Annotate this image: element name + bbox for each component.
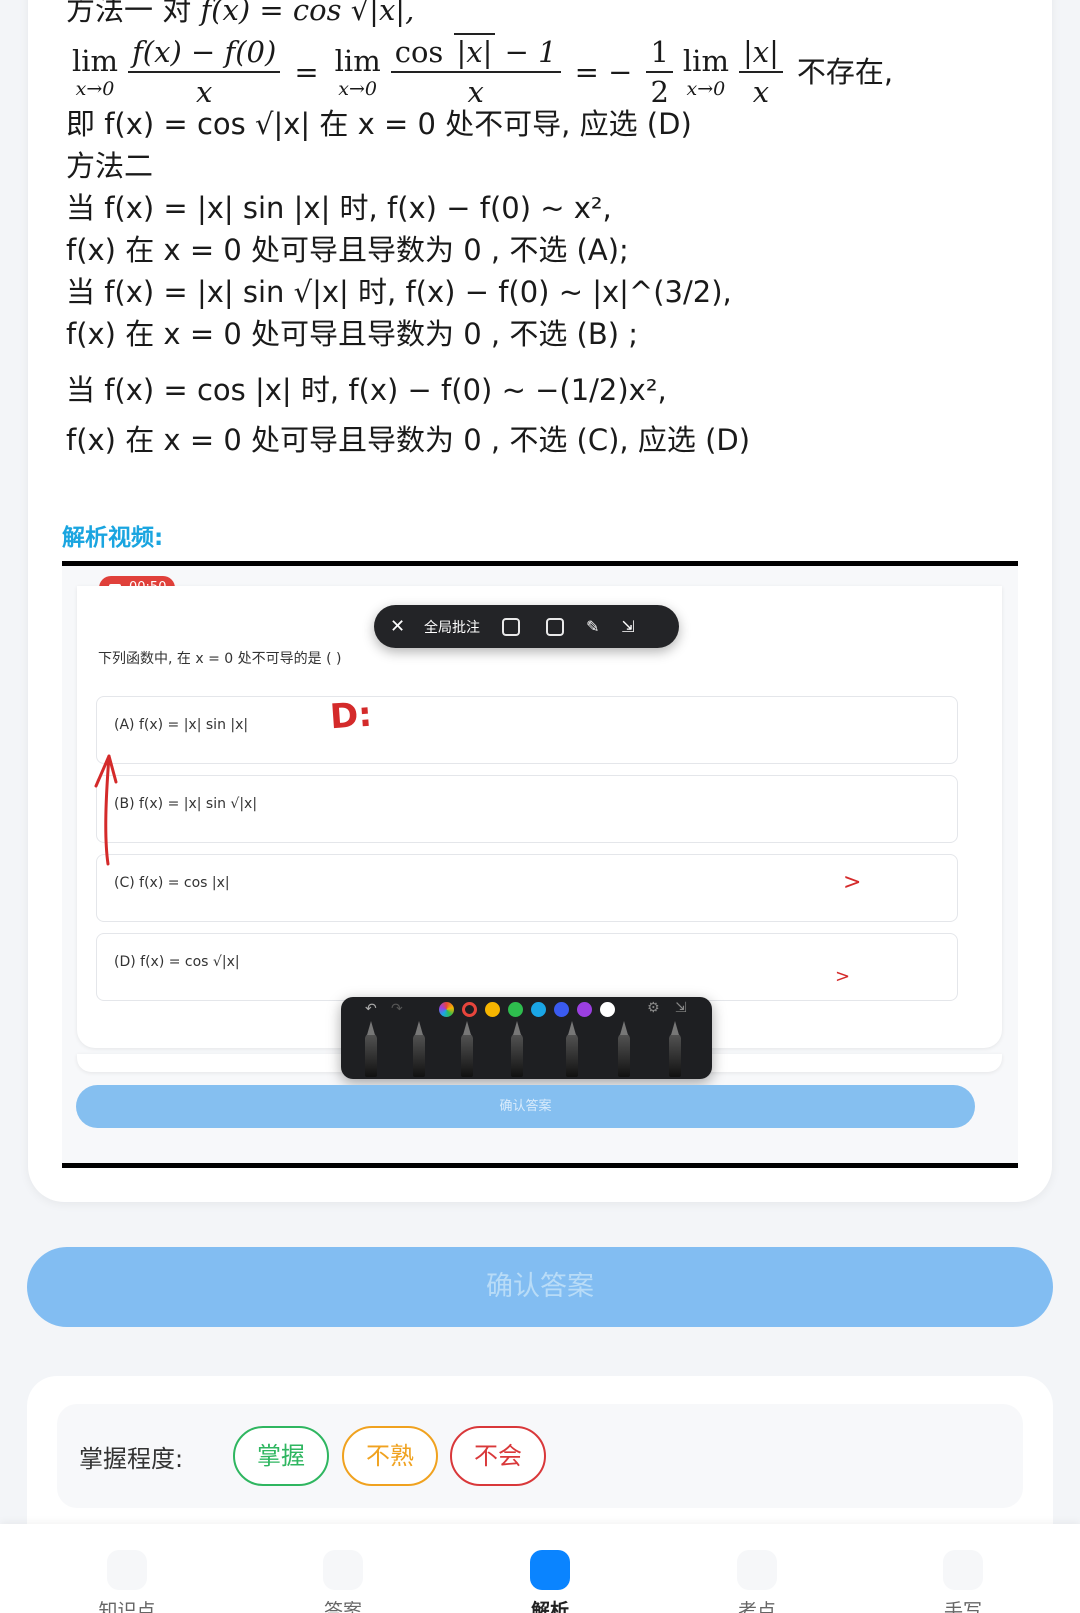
method2-line-4: f(x) 在 x = 0 处可导且导数为 0 , 不选 (B) ; (66, 317, 639, 351)
color-swatch-yellow[interactable] (485, 1002, 500, 1017)
color-wheel-icon[interactable] (439, 1002, 454, 1017)
limit-tail: 不存在, (796, 55, 894, 89)
handwritten-arrow-icon (94, 754, 118, 866)
close-icon[interactable]: ✕ (390, 616, 412, 637)
method1-conclusion: 即 f(x) = cos √|x| 在 x = 0 处不可导, 应选 (D) (66, 107, 692, 141)
nav-label-knowledge: 知识点 (98, 1600, 156, 1613)
pen-tray[interactable]: ↶ ↷ ⚙ ⇲ (341, 997, 712, 1079)
video-heading: 解析视频: (62, 525, 164, 551)
method2-line-2: f(x) 在 x = 0 处可导且导数为 0 , 不选 (A); (66, 233, 629, 267)
mastery-label: 掌握程度: (79, 1445, 184, 1473)
annotation-toolbar[interactable]: ✕ 全局批注 ✎ ⇲ (374, 605, 679, 648)
video-question: 下列函数中, 在 x = 0 处不可导的是 ( ) (98, 651, 342, 667)
method2-line-5: 当 f(x) = cos |x| 时, f(x) − f(0) ~ −(1/2)… (66, 373, 667, 407)
handwritten-d-mark: D: (328, 694, 374, 738)
color-swatch-white[interactable] (600, 1002, 615, 1017)
handwritten-c-mark: > (843, 870, 862, 895)
method2-line-1: 当 f(x) = |x| sin |x| 时, f(x) − f(0) ~ x²… (66, 191, 612, 225)
minimize-icon[interactable]: ⇲ (675, 1000, 687, 1016)
color-swatch-purple[interactable] (577, 1002, 592, 1017)
nav-item-handwrite[interactable]: 手写 (903, 1524, 1023, 1613)
analysis-video-player[interactable]: 00:50 下列函数中, 在 x = 0 处不可导的是 ( ) (A) f(x)… (62, 561, 1018, 1168)
bottom-nav: 知识点 答案 解析 考点 手写 (0, 1524, 1080, 1613)
save-icon[interactable] (546, 617, 564, 636)
redo-icon[interactable]: ↷ (391, 1001, 403, 1017)
nav-item-answer[interactable]: 答案 (283, 1524, 403, 1613)
method1-intro: 方法一 对 f(x) = cos √|x|, (66, 0, 414, 30)
video-option-c: (C) f(x) = cos |x| (96, 854, 958, 922)
answer-icon (323, 1550, 363, 1590)
limit-expression: lim x→0 f(x) − f(0) x = lim x→0 cos |x| − 1… (72, 33, 894, 109)
nav-item-exam-point[interactable]: 考点 (697, 1524, 817, 1613)
undo-icon[interactable]: ↶ (365, 1001, 377, 1017)
collapse-icon[interactable]: ⇲ (621, 617, 634, 636)
handwritten-d-mark-2: > (835, 966, 851, 987)
color-swatch-green[interactable] (508, 1002, 523, 1017)
video-confirm-button: 确认答案 (76, 1085, 975, 1128)
video-option-d: (D) f(x) = cos √|x| (96, 933, 958, 1001)
nav-label-handwrite: 手写 (943, 1600, 982, 1613)
highlighter-tool[interactable] (566, 1021, 578, 1077)
eraser-tool[interactable] (669, 1021, 681, 1077)
pencil-tool[interactable] (365, 1021, 377, 1077)
method2-title: 方法二 (66, 149, 154, 183)
global-annotation-label[interactable]: 全局批注 (424, 617, 480, 637)
color-swatch-red[interactable] (462, 1002, 477, 1017)
method2-line-6: f(x) 在 x = 0 处可导且导数为 0 , 不选 (C), 应选 (D) (66, 423, 751, 457)
mastered-button[interactable]: 掌握 (233, 1426, 329, 1486)
nav-item-analysis[interactable]: 解析 (490, 1524, 610, 1613)
exam-point-icon (737, 1550, 777, 1590)
analysis-icon (530, 1550, 570, 1590)
select-icon[interactable] (502, 617, 520, 636)
unknown-button[interactable]: 不会 (450, 1426, 546, 1486)
confirm-answer-button[interactable]: 确认答案 (27, 1247, 1053, 1327)
color-swatch-blue[interactable] (554, 1002, 569, 1017)
method2-line-3: 当 f(x) = |x| sin √|x| 时, f(x) − f(0) ~ |… (66, 275, 732, 309)
handwrite-icon (943, 1550, 983, 1590)
nav-item-knowledge[interactable]: 知识点 (67, 1524, 187, 1613)
nav-label-analysis: 解析 (530, 1600, 569, 1613)
settings-icon[interactable]: ⚙ (647, 1000, 660, 1016)
mastery-panel: 掌握程度: 掌握 不熟 不会 (57, 1404, 1023, 1508)
video-option-a: (A) f(x) = |x| sin |x| (96, 696, 958, 764)
lasso-tool[interactable] (618, 1021, 630, 1077)
unfamiliar-button[interactable]: 不熟 (342, 1426, 438, 1486)
fountain-pen-tool[interactable] (413, 1021, 425, 1077)
nav-label-exam-point: 考点 (737, 1600, 776, 1613)
pen-tool-icon[interactable]: ✎ (586, 617, 599, 636)
video-option-b: (B) f(x) = |x| sin √|x| (96, 775, 958, 843)
method1-intro-text: 方法一 对 (66, 0, 192, 27)
method1-intro-math: f(x) = cos √|x|, (200, 0, 415, 27)
color-swatch-cyan[interactable] (531, 1002, 546, 1017)
marker-tool[interactable] (511, 1021, 523, 1077)
knowledge-icon (107, 1550, 147, 1590)
ballpoint-pen-tool[interactable] (461, 1021, 473, 1077)
nav-label-answer: 答案 (323, 1600, 362, 1613)
